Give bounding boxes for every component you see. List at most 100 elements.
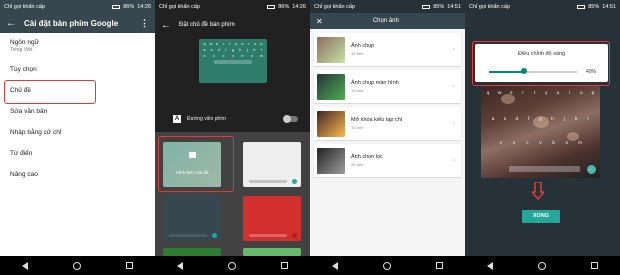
key-d: d bbox=[217, 48, 220, 52]
settings-item-language[interactable]: Ngôn ngữ Tiếng Việt bbox=[0, 33, 155, 59]
status-bar: Chỉ gọi khẩn cấp 86% 14:26 bbox=[0, 0, 155, 13]
settings-item-label: Nâng cao bbox=[10, 171, 38, 178]
photo-light bbox=[501, 94, 515, 104]
chevron-right-icon: › bbox=[452, 120, 455, 127]
key-z: z bbox=[499, 140, 503, 145]
key-l: l bbox=[261, 48, 262, 52]
theme-preview-area: qwertyuiop asd f g hj k l z x c v b n m A Đường viề… bbox=[155, 37, 310, 132]
settings-item-label: Từ điển bbox=[10, 150, 33, 157]
key-r: r bbox=[222, 42, 225, 46]
key-y: y bbox=[545, 90, 548, 95]
app-bar: ← Đặt chủ đề bàn phím bbox=[155, 13, 310, 37]
tile-enter-dot bbox=[292, 233, 297, 238]
settings-item-label: Ngôn ngữ bbox=[10, 39, 39, 46]
album-item[interactable]: Ảnh chụp 42 ảnh › bbox=[314, 33, 461, 66]
album-item[interactable]: Ảnh chọn lọc 24 ảnh › bbox=[314, 144, 461, 177]
brightness-screen: Chỉ gọi khẩn cấp 85% 14:51 Điều chỉnh độ… bbox=[465, 0, 620, 275]
settings-item-label: Nhập bằng cử chỉ bbox=[10, 129, 62, 136]
key-j: j bbox=[563, 116, 565, 121]
choose-image-screen: Chỉ gọi khẩn cấp 85% 14:51 ✕ Chọn ảnh Ản… bbox=[310, 0, 465, 275]
settings-item-text-correction[interactable]: Sửa văn bản bbox=[0, 101, 155, 122]
key-h: h bbox=[239, 48, 242, 52]
settings-item-label: Tùy chọn bbox=[10, 66, 37, 73]
theme-tile-dark[interactable] bbox=[163, 196, 221, 241]
nav-home-icon[interactable] bbox=[72, 261, 81, 270]
album-name: Mở khóa kiểu tạp chí bbox=[351, 117, 403, 123]
nav-home-icon[interactable] bbox=[537, 261, 546, 270]
album-thumbnail bbox=[317, 110, 345, 137]
close-icon[interactable]: ✕ bbox=[316, 17, 323, 26]
album-name: Ảnh chụp màn hình bbox=[351, 80, 399, 86]
key-f: f bbox=[225, 48, 227, 52]
back-arrow-icon[interactable]: ← bbox=[6, 18, 16, 29]
nav-recent-icon[interactable] bbox=[590, 262, 598, 269]
settings-item-options[interactable]: Tùy chọn bbox=[0, 59, 155, 80]
settings-item-advanced[interactable]: Nâng cao bbox=[0, 164, 155, 185]
carrier-text: Chỉ gọi khẩn cấp bbox=[159, 3, 200, 10]
nav-back-icon[interactable] bbox=[332, 261, 339, 270]
theme-highlight-box bbox=[4, 80, 96, 104]
key-border-toggle[interactable] bbox=[283, 115, 298, 123]
album-list: Ảnh chụp 42 ảnh › Ảnh chụp màn hình 13 ả… bbox=[314, 33, 461, 181]
album-count: 19 ảnh bbox=[351, 125, 364, 130]
keyboard-row: zxcvbnm bbox=[497, 140, 584, 145]
nav-home-icon[interactable] bbox=[382, 261, 391, 270]
tile-enter-dot bbox=[292, 179, 297, 184]
done-button[interactable]: XONG bbox=[522, 210, 560, 223]
album-count: 42 ảnh bbox=[351, 51, 364, 56]
nav-back-icon[interactable] bbox=[177, 261, 184, 270]
nav-recent-icon[interactable] bbox=[280, 262, 288, 269]
key-border-row[interactable]: A Đường viền phím bbox=[173, 115, 298, 123]
key-f: f bbox=[527, 116, 530, 121]
theme-tile-lightgreen[interactable] bbox=[243, 248, 301, 256]
key-border-label: Đường viền phím bbox=[187, 116, 226, 122]
key-c: c bbox=[222, 54, 225, 58]
chevron-right-icon: › bbox=[452, 46, 455, 53]
key-l: l bbox=[587, 116, 589, 121]
nav-recent-icon[interactable] bbox=[125, 262, 133, 269]
chevron-right-icon: › bbox=[452, 157, 455, 164]
settings-item-gesture-typing[interactable]: Nhập bằng cử chỉ bbox=[0, 122, 155, 143]
theme-tile-red[interactable] bbox=[243, 196, 301, 241]
album-item[interactable]: Ảnh chụp màn hình 13 ảnh › bbox=[314, 70, 461, 103]
album-count: 24 ảnh bbox=[351, 162, 364, 167]
key-g: g bbox=[232, 48, 234, 52]
key-y: y bbox=[235, 42, 238, 46]
key-m: m bbox=[260, 54, 263, 58]
nav-recent-icon[interactable] bbox=[435, 262, 443, 269]
settings-item-label: Sửa văn bản bbox=[10, 108, 48, 115]
nav-bar bbox=[0, 256, 155, 275]
keyboard-spacebar bbox=[214, 60, 252, 64]
enter-arrow-icon: ← bbox=[587, 165, 596, 174]
theme-tile-light[interactable] bbox=[243, 142, 301, 187]
down-arrow-icon bbox=[532, 182, 544, 200]
clock-text: 14:26 bbox=[137, 3, 151, 10]
more-menu-icon[interactable]: ⋮ bbox=[140, 18, 149, 29]
clock-text: 14:26 bbox=[292, 3, 306, 10]
chevron-right-icon: › bbox=[452, 83, 455, 90]
carrier-text: Chỉ gọi khẩn cấp bbox=[469, 3, 510, 10]
key-o: o bbox=[579, 90, 583, 95]
settings-list: Ngôn ngữ Tiếng Việt Tùy chọn Chủ đề Sửa … bbox=[0, 33, 155, 185]
album-name: Ảnh chụp bbox=[351, 43, 375, 49]
clock-text: 14:51 bbox=[602, 3, 616, 10]
keyboard-row: qwertyuiop bbox=[484, 90, 597, 95]
settings-item-dictionary[interactable]: Từ điển bbox=[0, 143, 155, 164]
back-arrow-icon[interactable]: ← bbox=[161, 20, 171, 31]
nav-back-icon[interactable] bbox=[487, 261, 494, 270]
nav-home-icon[interactable] bbox=[227, 261, 236, 270]
key-u: u bbox=[556, 90, 560, 95]
key-a: a bbox=[203, 48, 206, 52]
page-title: Đặt chủ đề bàn phím bbox=[179, 22, 235, 28]
album-thumbnail bbox=[317, 147, 345, 174]
keyboard-row: asdfghjkl bbox=[489, 116, 592, 121]
nav-back-icon[interactable] bbox=[22, 261, 29, 270]
album-item[interactable]: Mở khóa kiểu tạp chí 19 ảnh › bbox=[314, 107, 461, 140]
key-v: v bbox=[539, 140, 542, 145]
theme-tile-green[interactable] bbox=[163, 248, 221, 256]
key-q: q bbox=[486, 90, 490, 95]
key-k: k bbox=[575, 116, 578, 121]
album-count: 13 ảnh bbox=[351, 88, 364, 93]
battery-text: 86% bbox=[278, 3, 290, 10]
tile-spacebar bbox=[169, 234, 207, 237]
